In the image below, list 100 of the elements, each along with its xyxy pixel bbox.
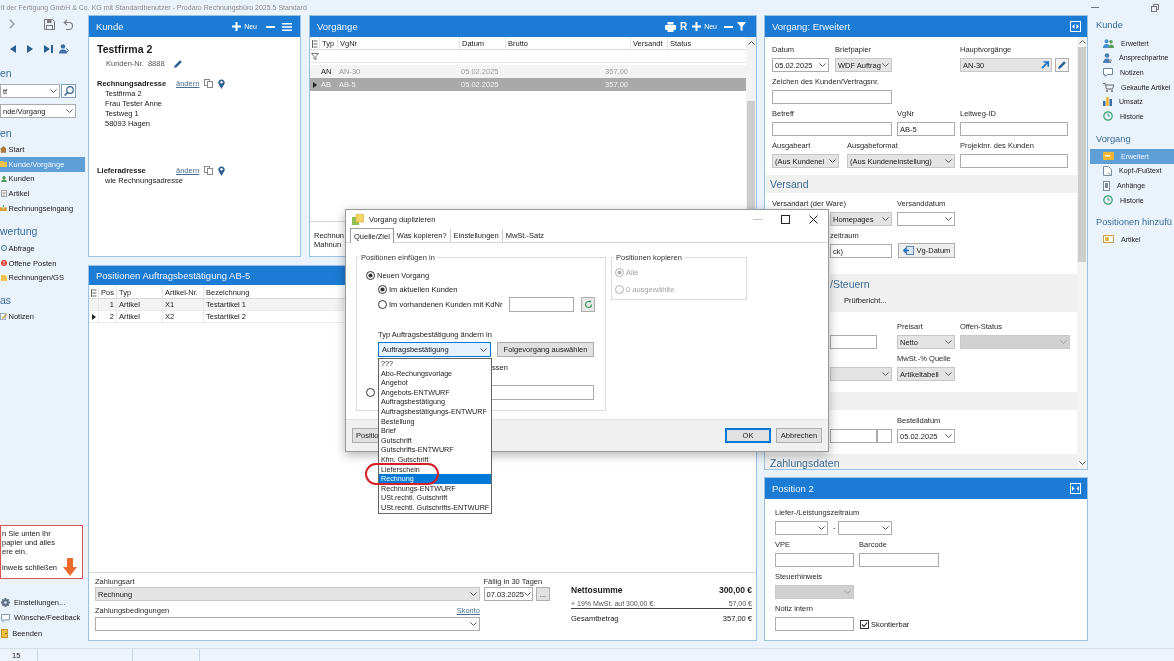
speech-bubble-icon [1, 613, 10, 622]
chevron-up-icon[interactable] [1078, 40, 1086, 44]
checkbox[interactable] [860, 619, 869, 629]
chevron-down-icon[interactable] [524, 592, 532, 596]
minus-icon[interactable] [724, 25, 733, 28]
chevron-down-icon[interactable] [829, 159, 836, 163]
pencil-icon[interactable] [173, 59, 182, 68]
chevron-down-icon[interactable] [470, 592, 477, 596]
text-field[interactable] [491, 385, 594, 400]
chevron-down-icon[interactable] [945, 434, 952, 438]
chevron-down-icon[interactable] [480, 347, 487, 352]
chevron-down-icon[interactable] [945, 340, 952, 344]
chevron-up-icon[interactable] [747, 41, 755, 45]
document-icon [0, 190, 7, 197]
circular-arrow-icon [583, 300, 593, 309]
text-field[interactable] [509, 297, 574, 312]
inbox-icon [0, 205, 7, 212]
copy-icon[interactable] [204, 166, 214, 175]
text-field[interactable] [772, 122, 892, 136]
copy-icon[interactable] [204, 79, 214, 88]
edit-button[interactable] [1055, 58, 1069, 72]
column-chooser-icon[interactable] [311, 39, 318, 48]
chevron-down-icon[interactable] [1078, 461, 1086, 465]
chevron-down-icon[interactable] [945, 217, 952, 221]
map-pin-icon[interactable] [218, 165, 226, 176]
lookup-button[interactable] [581, 297, 595, 312]
note-icon [0, 313, 7, 320]
house-icon [0, 146, 7, 153]
restore-icon[interactable] [1151, 3, 1159, 12]
map-pin-icon[interactable] [218, 78, 226, 89]
radio-button[interactable] [378, 300, 387, 309]
circle-icon [0, 245, 7, 252]
chevron-down-icon[interactable] [50, 89, 57, 93]
box-icon [1103, 235, 1114, 244]
printer-icon[interactable] [664, 21, 676, 32]
document-icon [1103, 165, 1112, 176]
section-heading: Kunde [1095, 19, 1123, 32]
filter-icon[interactable] [311, 52, 319, 60]
menu-icon[interactable] [282, 22, 292, 31]
chevron-down-icon[interactable] [819, 63, 826, 67]
panel-title: Position 2 [772, 483, 814, 494]
text-field[interactable] [772, 90, 892, 104]
text-field[interactable] [775, 553, 854, 567]
column-chooser-icon[interactable] [90, 288, 97, 297]
text-field[interactable] [830, 335, 877, 349]
section-heading: en [0, 66, 12, 80]
chevron-down-icon[interactable] [882, 526, 889, 530]
search-button[interactable] [61, 84, 76, 98]
search-icon [63, 86, 74, 96]
minus-icon[interactable] [266, 25, 275, 28]
section-title: /Steuern [830, 277, 870, 291]
expand-icon[interactable] [1070, 483, 1081, 494]
report-button[interactable]: R [679, 21, 688, 32]
scrollbar-thumb[interactable] [1078, 47, 1086, 262]
chevron-down-icon[interactable] [945, 159, 952, 163]
text-field[interactable] [960, 122, 1068, 136]
skip-to-end-icon[interactable] [44, 45, 53, 53]
chevron-down-icon[interactable] [818, 526, 825, 530]
text-field[interactable] [960, 154, 1068, 168]
chevron-down-icon[interactable] [66, 109, 73, 113]
chevron-down-icon[interactable] [945, 372, 952, 376]
pencil-icon [1058, 61, 1066, 69]
section-heading: Vorgang [1095, 132, 1131, 146]
chevron-down-icon[interactable] [882, 217, 889, 221]
person-icon [1103, 52, 1112, 63]
total-label: Nettosumme [571, 584, 623, 595]
folder-icon [0, 161, 8, 168]
text-field[interactable] [877, 429, 892, 443]
radio-button[interactable] [366, 270, 375, 280]
text-field[interactable] [775, 617, 854, 631]
maximize-icon[interactable] [781, 214, 790, 224]
filter-icon[interactable] [737, 22, 746, 31]
down-arrow-icon [63, 558, 77, 576]
document-icon [1103, 180, 1110, 191]
bar-chart-icon [1103, 97, 1112, 107]
row-indicator-icon [312, 81, 317, 88]
undo-icon[interactable] [63, 18, 73, 30]
plus-icon [232, 22, 242, 31]
text-field[interactable] [859, 553, 939, 567]
radio-button[interactable] [378, 284, 387, 294]
section-title: Zahlungsdaten [770, 456, 840, 469]
text-field[interactable] [830, 429, 877, 443]
triangle-left-icon[interactable] [10, 45, 16, 53]
arrow-up-right-icon[interactable] [1041, 61, 1049, 69]
chevron-right-icon[interactable] [9, 19, 15, 29]
person-icon[interactable] [59, 44, 69, 54]
person-icon [0, 175, 7, 183]
plus-icon [692, 22, 702, 31]
save-icon[interactable] [44, 18, 55, 30]
collapse-icon[interactable] [1070, 21, 1081, 32]
chevron-down-icon[interactable] [882, 372, 889, 376]
radio-button[interactable] [366, 388, 375, 397]
chevron-down-icon[interactable] [882, 63, 889, 67]
triangle-right-icon[interactable] [27, 45, 33, 53]
panel-title: Vorgang: Erweitert [772, 21, 851, 32]
row-indicator-icon [91, 314, 96, 320]
history-icon [1103, 111, 1113, 122]
chevron-down-icon[interactable] [470, 622, 477, 626]
close-icon[interactable] [809, 214, 818, 224]
section-heading: as [0, 293, 12, 307]
